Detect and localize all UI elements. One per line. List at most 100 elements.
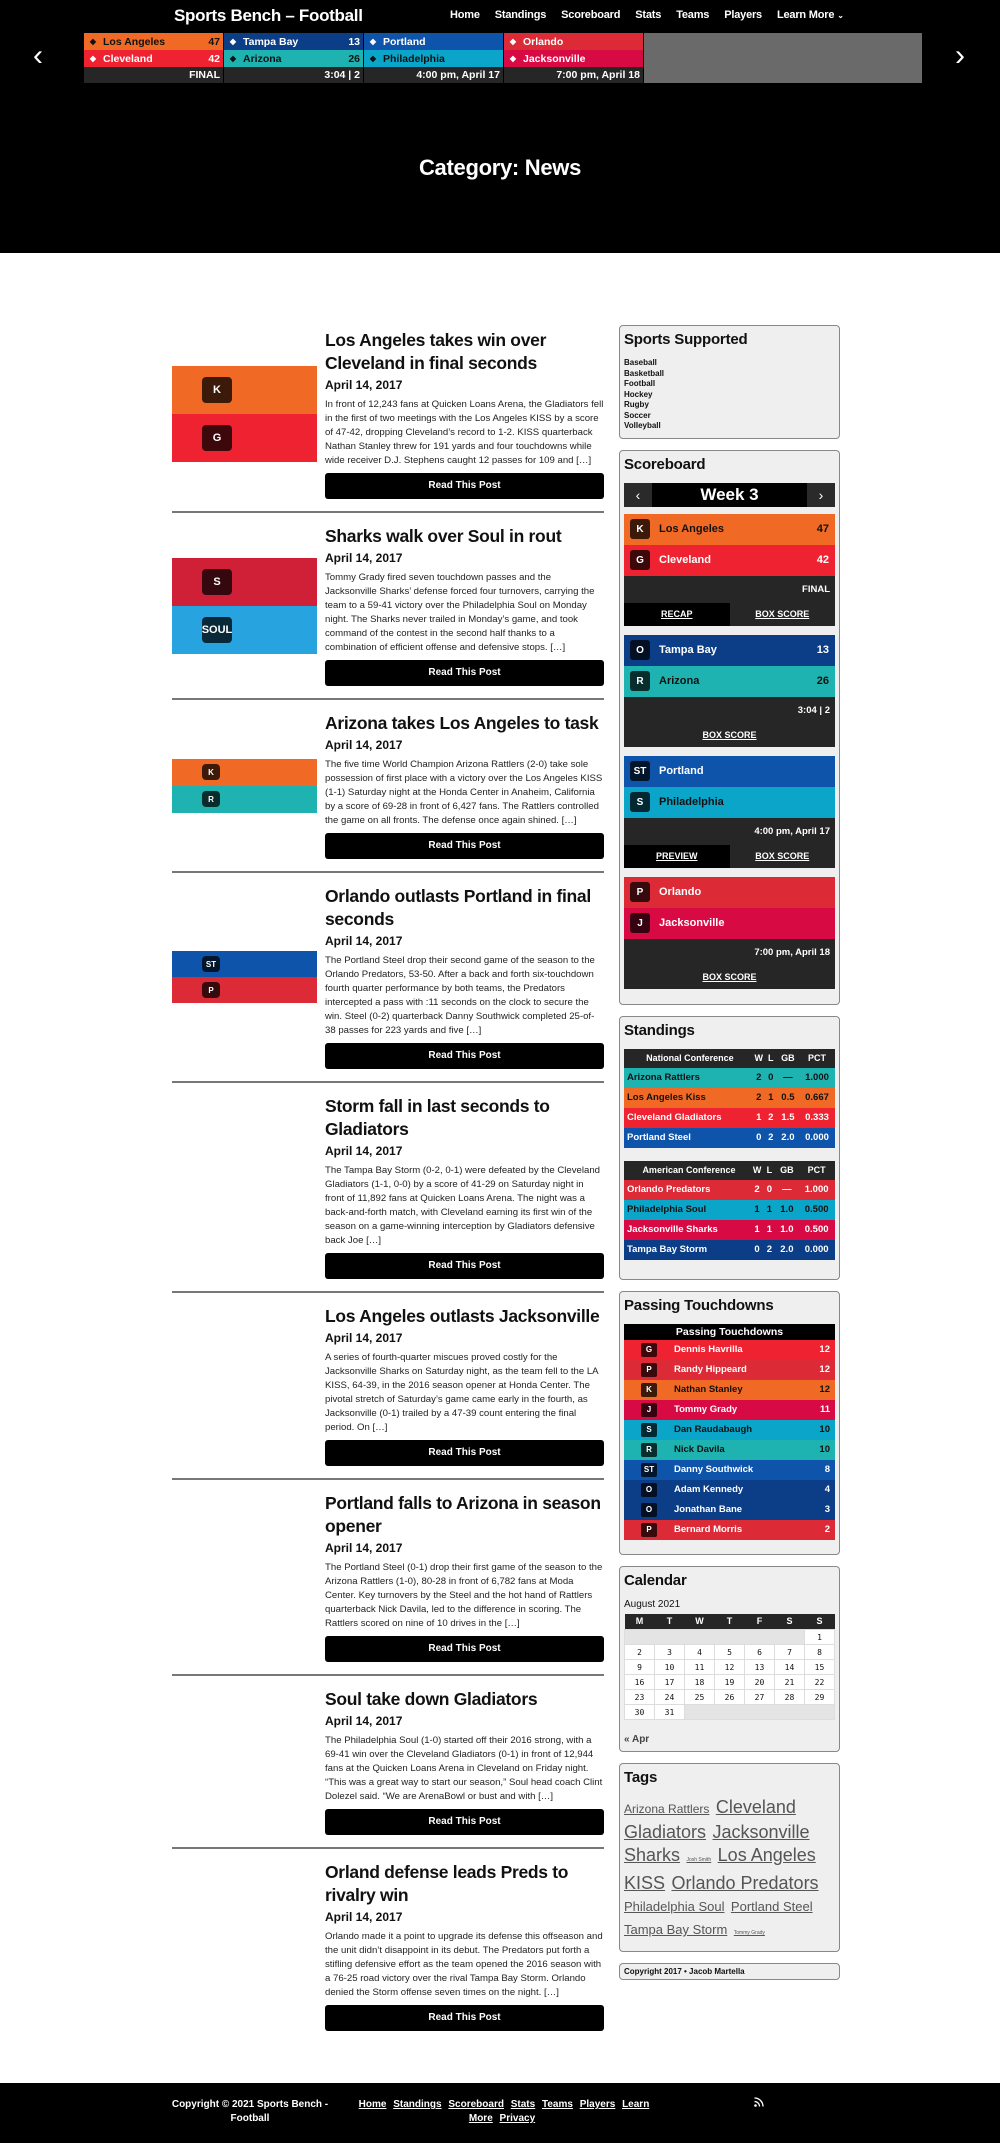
tag-link[interactable]: Tommy Grady (734, 1930, 765, 1936)
read-post-button[interactable]: Read This Post (325, 2005, 604, 2031)
player-name[interactable]: Randy Hippeard (674, 1360, 809, 1380)
post-image[interactable]: ST P (172, 951, 317, 1003)
box-score-link[interactable]: BOX SCORE (624, 724, 835, 747)
site-title[interactable]: Sports Bench – Football (174, 6, 363, 26)
read-post-button[interactable]: Read This Post (325, 473, 604, 499)
nav-learn-more[interactable]: Learn More ⌄ (777, 9, 844, 21)
leader-row[interactable]: P Bernard Morris 2 (624, 1519, 835, 1540)
post-title[interactable]: Orland defense leads Preds to rivalry wi… (325, 1861, 604, 1907)
tag-link[interactable]: Tampa Bay Storm (624, 1922, 727, 1937)
standings-row[interactable]: Cleveland Gladiators 1 2 1.5 0.333 (624, 1107, 835, 1128)
sport-item[interactable]: Basketball (624, 369, 835, 380)
standings-row[interactable]: Jacksonville Sharks 1 1 1.0 0.500 (624, 1219, 835, 1240)
tag-link[interactable]: Portland Steel (731, 1899, 813, 1914)
post-title[interactable]: Storm fall in last seconds to Gladiators (325, 1095, 604, 1141)
footer-nav-teams[interactable]: Teams (542, 2099, 573, 2110)
player-name[interactable]: Nick Davila (674, 1440, 809, 1460)
post-thumbnail[interactable] (172, 1488, 317, 1666)
footer-nav-scoreboard[interactable]: Scoreboard (448, 2099, 504, 2110)
footer-nav-privacy[interactable]: Privacy (500, 2113, 536, 2124)
team-name[interactable]: Portland Steel (624, 1128, 753, 1148)
post-title[interactable]: Sharks walk over Soul in rout (325, 525, 604, 548)
recap-link[interactable]: RECAP (624, 602, 730, 626)
post-thumbnail[interactable] (172, 1301, 317, 1470)
post-thumbnail[interactable]: KR (172, 708, 317, 863)
read-post-button[interactable]: Read This Post (325, 1043, 604, 1069)
player-name[interactable]: Jonathan Bane (674, 1500, 809, 1520)
post-title[interactable]: Arizona takes Los Angeles to task (325, 712, 604, 735)
sport-item[interactable]: Baseball (624, 358, 835, 369)
ticker-game[interactable]: ◆ Orlando ◆ Jacksonville 7:00 pm, April 18 (504, 33, 644, 83)
team-name[interactable]: Los Angeles Kiss (624, 1088, 753, 1108)
rss-icon[interactable] (754, 2097, 764, 2110)
leader-row[interactable]: S Dan Raudabaugh 10 (624, 1419, 835, 1440)
player-name[interactable]: Dan Raudabaugh (674, 1420, 809, 1440)
sport-item[interactable]: Rugby (624, 400, 835, 411)
player-name[interactable]: Nathan Stanley (674, 1380, 809, 1400)
nav-stats[interactable]: Stats (635, 9, 661, 21)
chevron-right-icon[interactable]: › (807, 482, 835, 507)
box-score-link[interactable]: BOX SCORE (730, 845, 836, 868)
leader-row[interactable]: ST Danny Southwick 8 (624, 1459, 835, 1480)
post-thumbnail[interactable]: KG (172, 325, 317, 503)
tag-link[interactable]: Orlando Predators (671, 1873, 818, 1893)
post-thumbnail[interactable] (172, 1684, 317, 1839)
team-name[interactable]: Tampa Bay Storm (624, 1240, 751, 1260)
post-image[interactable]: KG (172, 366, 317, 462)
post-image[interactable]: KR (172, 758, 317, 813)
ticker-game[interactable]: ◆ Portland ◆ Philadelphia 4:00 pm, April 17 (364, 33, 504, 83)
standings-row[interactable]: Tampa Bay Storm 0 2 2.0 0.000 (624, 1239, 835, 1260)
post-title[interactable]: Los Angeles outlasts Jacksonville (325, 1305, 604, 1328)
sport-item[interactable]: Hockey (624, 390, 835, 401)
team-name[interactable]: Cleveland Gladiators (624, 1108, 753, 1128)
read-post-button[interactable]: Read This Post (325, 833, 604, 859)
leader-row[interactable]: K Nathan Stanley 12 (624, 1379, 835, 1400)
standings-row[interactable]: Portland Steel 0 2 2.0 0.000 (624, 1127, 835, 1148)
nav-players[interactable]: Players (724, 9, 762, 21)
standings-row[interactable]: Los Angeles Kiss 2 1 0.5 0.667 (624, 1087, 835, 1108)
ticker-game[interactable]: ◆ Tampa Bay 13 ◆ Arizona 26 3:04 | 2 (224, 33, 364, 83)
tag-link[interactable]: Josh Smith (686, 1857, 711, 1863)
post-title[interactable]: Orlando outlasts Portland in final secon… (325, 885, 604, 931)
read-post-button[interactable]: Read This Post (325, 660, 604, 686)
footer-nav-standings[interactable]: Standings (393, 2099, 441, 2110)
ticker-game[interactable]: ◆ Los Angeles 47 ◆ Cleveland 42 FINAL (84, 33, 224, 83)
leader-row[interactable]: J Tommy Grady 11 (624, 1399, 835, 1420)
preview-link[interactable]: PREVIEW (624, 844, 730, 868)
player-name[interactable]: Danny Southwick (674, 1460, 809, 1480)
nav-standings[interactable]: Standings (495, 9, 547, 21)
calendar-prev-link[interactable]: « Apr (624, 1734, 649, 1745)
standings-row[interactable]: Orlando Predators 2 0 — 1.000 (624, 1179, 835, 1200)
post-title[interactable]: Portland falls to Arizona in season open… (325, 1492, 604, 1538)
team-name[interactable]: Arizona Rattlers (624, 1068, 753, 1088)
standings-row[interactable]: Philadelphia Soul 1 1 1.0 0.500 (624, 1199, 835, 1220)
footer-nav-stats[interactable]: Stats (511, 2099, 535, 2110)
player-name[interactable]: Dennis Havrilla (674, 1340, 809, 1360)
player-name[interactable]: Tommy Grady (674, 1400, 809, 1420)
leader-row[interactable]: P Randy Hippeard 12 (624, 1359, 835, 1380)
tag-link[interactable]: Arizona Rattlers (624, 1802, 709, 1816)
post-thumbnail[interactable] (172, 1857, 317, 2035)
nav-scoreboard[interactable]: Scoreboard (561, 9, 620, 21)
read-post-button[interactable]: Read This Post (325, 1636, 604, 1662)
nav-home[interactable]: Home (450, 9, 480, 21)
leader-row[interactable]: O Jonathan Bane 3 (624, 1499, 835, 1520)
leader-row[interactable]: O Adam Kennedy 4 (624, 1479, 835, 1500)
sport-item[interactable]: Volleyball (624, 421, 835, 432)
chevron-left-icon[interactable]: ‹ (624, 482, 652, 507)
post-title[interactable]: Los Angeles takes win over Cleveland in … (325, 329, 604, 375)
standings-row[interactable]: Arizona Rattlers 2 0 — 1.000 (624, 1067, 835, 1088)
team-name[interactable]: Philadelphia Soul (624, 1200, 751, 1220)
chevron-left-icon[interactable]: ‹ (33, 41, 43, 71)
player-name[interactable]: Bernard Morris (674, 1520, 809, 1540)
nav-teams[interactable]: Teams (676, 9, 709, 21)
post-thumbnail[interactable]: S SOUL (172, 521, 317, 690)
footer-nav-home[interactable]: Home (359, 2099, 387, 2110)
box-score-link[interactable]: BOX SCORE (730, 603, 836, 626)
team-name[interactable]: Jacksonville Sharks (624, 1220, 751, 1240)
read-post-button[interactable]: Read This Post (325, 1809, 604, 1835)
player-name[interactable]: Adam Kennedy (674, 1480, 809, 1500)
team-name[interactable]: Orlando Predators (624, 1180, 751, 1200)
post-title[interactable]: Soul take down Gladiators (325, 1688, 604, 1711)
leader-row[interactable]: G Dennis Havrilla 12 (624, 1339, 835, 1360)
